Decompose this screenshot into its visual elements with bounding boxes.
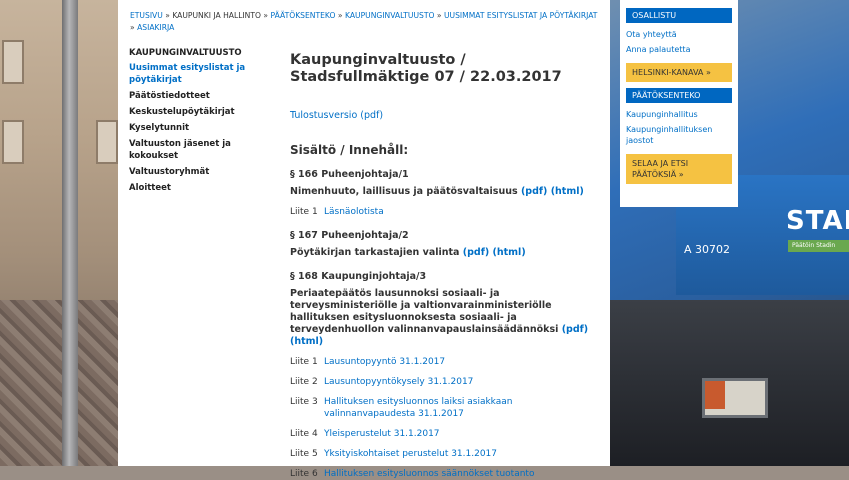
breadcrumb-item[interactable]: Päätöksenteko	[270, 11, 335, 20]
tram-green-label: Päätöin Stadin	[788, 240, 849, 252]
contents-heading: Sisältö / Innehåll:	[290, 143, 409, 157]
building-window	[96, 120, 118, 164]
breadcrumb-separator: »	[263, 11, 269, 20]
section-description: Periaatepäätös lausunnoksi sosiaali- ja …	[290, 288, 590, 348]
html-link[interactable]: (html)	[551, 186, 584, 197]
breadcrumb-item[interactable]: Uusimmat esityslistat ja pöytäkirjat	[444, 11, 597, 20]
osallistu-heading: OSALLISTU	[626, 8, 732, 23]
section-title: Pöytäkirjan tarkastajien valinta	[290, 247, 460, 258]
attachment-row: Liite 4 Yleisperustelut 31.1.2017	[290, 428, 590, 440]
attachment-row: Liite 3 Hallituksen esitysluonnos laiksi…	[290, 396, 590, 420]
attachment-label: Liite 4	[290, 429, 318, 439]
nav-item-paatostiedotteet[interactable]: Päätöstiedotteet	[129, 90, 269, 102]
lamp-pole	[62, 0, 78, 466]
page-title: Kaupunginvaltuusto / Stadsfullmäktige 07…	[290, 52, 562, 85]
nav-item-jasenet[interactable]: Valtuuston jäsenet ja kokoukset	[129, 138, 269, 162]
side-widgets: OSALLISTU Ota yhteyttä Anna palautetta H…	[620, 0, 738, 207]
tram-number: A 30702	[684, 243, 731, 256]
attachment-link[interactable]: Hallituksen esitysluonnos säännökset tuo…	[324, 468, 534, 480]
attachment-label: Liite 2	[290, 377, 318, 387]
browse-decisions-button[interactable]: SELAA JA ETSI PÄÄTÖKSIÄ »	[626, 154, 732, 184]
pdf-link[interactable]: (pdf)	[562, 324, 588, 335]
section-heading: § 168 Kaupunginjohtaja/3	[290, 271, 427, 282]
pdf-link[interactable]: (pdf)	[521, 186, 547, 197]
attachment-label: Liite 1	[290, 207, 318, 217]
attachment-label: Liite 3	[290, 397, 318, 407]
attachment-label: Liite 5	[290, 449, 318, 459]
background-photo-left	[0, 0, 118, 466]
breadcrumb-separator: »	[337, 11, 343, 20]
breadcrumb-item[interactable]: Etusivu	[130, 11, 163, 20]
nav-item-uusimmat[interactable]: Uusimmat esityslistat ja pöytäkirjat	[129, 62, 269, 86]
breadcrumb-current[interactable]: Asiakirja	[137, 23, 174, 32]
attachment-label: Liite 1	[290, 357, 318, 367]
breadcrumb-separator: »	[165, 11, 170, 20]
attachment-row: Liite 2 Lausuntopyyntökysely 31.1.2017	[290, 376, 590, 388]
print-version-link[interactable]: Tulostusversio (pdf)	[290, 110, 590, 121]
pdf-link[interactable]: (pdf)	[463, 247, 489, 258]
contact-link[interactable]: Ota yhteyttä	[620, 27, 738, 42]
attachment-row: Liite 6 Hallituksen esitysluonnos säännö…	[290, 468, 590, 480]
attachment-label: Liite 6	[290, 469, 318, 479]
section-title: Periaatepäätös lausunnoksi sosiaali- ja …	[290, 288, 559, 335]
attachment-link[interactable]: Lausuntopyyntökysely 31.1.2017	[324, 376, 473, 388]
helsinki-kanava-button[interactable]: HELSINKI-KANAVA »	[626, 63, 732, 82]
attachment-link[interactable]: Yleisperustelut 31.1.2017	[324, 428, 440, 440]
kaupunginhallitus-link[interactable]: Kaupunginhallitus	[620, 107, 738, 122]
attachment-link[interactable]: Lausuntopyyntö 31.1.2017	[324, 356, 445, 368]
nav-item-keskustelupoytakirjat[interactable]: Keskustelupöytäkirjat	[129, 106, 269, 118]
section-navigation: KAUPUNGINVALTUUSTO Uusimmat esityslistat…	[129, 47, 269, 198]
attachment-row: Liite 1 Läsnäolotista	[290, 206, 590, 218]
attachment-row: Liite 5 Yksityiskohtaiset perustelut 31.…	[290, 448, 590, 460]
attachment-link[interactable]: Yksityiskohtaiset perustelut 31.1.2017	[324, 448, 497, 460]
html-link[interactable]: (html)	[493, 247, 526, 258]
nav-item-aloitteet[interactable]: Aloitteet	[129, 182, 269, 194]
section-description: Pöytäkirjan tarkastajien valinta (pdf) (…	[290, 247, 590, 259]
stone-wall	[0, 300, 118, 466]
document-content: Kaupunginvaltuusto / Stadsfullmäktige 07…	[290, 52, 590, 480]
nav-item-kyselytunnit[interactable]: Kyselytunnit	[129, 122, 269, 134]
breadcrumb-item[interactable]: Kaupunki ja hallinto	[172, 11, 261, 20]
building-window	[2, 120, 24, 164]
building-window	[2, 40, 24, 84]
attachment-link[interactable]: Hallituksen esitysluonnos laiksi asiakka…	[324, 396, 590, 420]
jaostot-link[interactable]: Kaupunginhallituksen jaostot	[620, 122, 738, 148]
html-link[interactable]: (html)	[290, 336, 323, 347]
section-title: Nimenhuuto, laillisuus ja päätösvaltaisu…	[290, 186, 518, 197]
attachment-row: Liite 1 Lausuntopyyntö 31.1.2017	[290, 356, 590, 368]
feedback-link[interactable]: Anna palautetta	[620, 42, 738, 57]
section-description: Nimenhuuto, laillisuus ja päätösvaltaisu…	[290, 186, 590, 198]
tram-logo-text: STAR	[786, 206, 849, 236]
breadcrumb-separator: »	[436, 11, 442, 20]
attachment-link[interactable]: Läsnäolotista	[324, 206, 384, 218]
breadcrumb-item[interactable]: Kaupunginvaltuusto	[345, 11, 435, 20]
paatoksenteko-heading: PÄÄTÖKSENTEKO	[626, 88, 732, 103]
nav-item-valtuustoryhmat[interactable]: Valtuustoryhmät	[129, 166, 269, 178]
section-heading: § 166 Puheenjohtaja/1	[290, 169, 409, 180]
section-heading: § 167 Puheenjohtaja/2	[290, 230, 409, 241]
tram-indicator	[705, 381, 725, 409]
breadcrumb-separator: »	[130, 23, 135, 32]
breadcrumb: Etusivu » Kaupunki ja hallinto » Päätöks…	[130, 10, 600, 34]
nav-heading[interactable]: KAUPUNGINVALTUUSTO	[129, 47, 269, 59]
